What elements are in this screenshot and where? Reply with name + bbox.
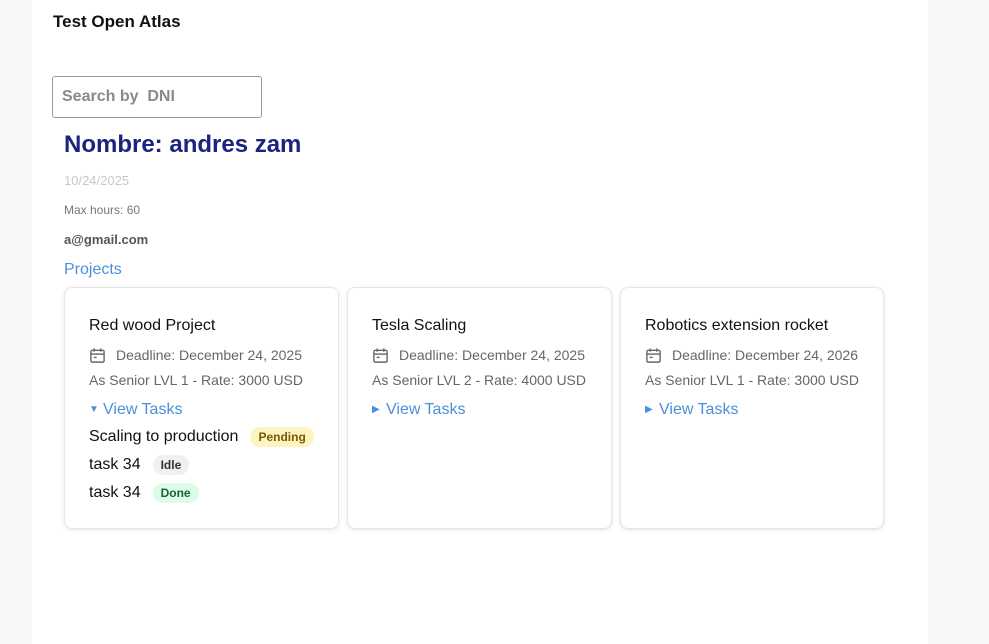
project-rate: As Senior LVL 1 - Rate: 3000 USD xyxy=(89,372,303,388)
projects-heading: Projects xyxy=(64,261,122,278)
project-card: Tesla Scaling Deadline: December 24, 202… xyxy=(347,287,612,529)
view-tasks-label: View Tasks xyxy=(386,401,466,418)
project-deadline: Deadline: December 24, 2025 xyxy=(372,346,587,364)
project-card: Robotics extension rocket Deadline: Dece… xyxy=(620,287,884,529)
project-deadline-text: Deadline: December 24, 2025 xyxy=(116,347,303,363)
task-row: Scaling to production Pending xyxy=(89,426,314,448)
calendar-icon xyxy=(373,347,388,363)
status-badge: Done xyxy=(152,483,199,503)
caret-right-icon: ▶ xyxy=(645,404,653,415)
project-name: Robotics extension rocket xyxy=(645,317,829,334)
task-row: task 34 Done xyxy=(89,482,314,504)
caret-right-icon: ▶ xyxy=(372,404,380,415)
page-container: Test Open Atlas Nombre: andres zam 10/24… xyxy=(32,0,928,644)
user-name-heading: Nombre: andres zam xyxy=(64,131,302,158)
project-rate: As Senior LVL 2 - Rate: 4000 USD xyxy=(372,372,586,388)
project-name: Tesla Scaling xyxy=(372,317,467,334)
view-tasks-label: View Tasks xyxy=(103,401,183,418)
app-title: Test Open Atlas xyxy=(53,12,181,31)
view-tasks-label: View Tasks xyxy=(659,401,739,418)
view-tasks-toggle[interactable]: ▼ View Tasks xyxy=(89,400,314,420)
user-email: a@gmail.com xyxy=(64,232,149,247)
status-badge: Pending xyxy=(250,427,314,447)
calendar-icon xyxy=(646,347,661,363)
task-name: task 34 xyxy=(89,484,141,501)
search-input[interactable] xyxy=(52,76,262,118)
user-max-hours: Max hours: 60 xyxy=(64,203,141,217)
project-deadline: Deadline: December 24, 2026 xyxy=(645,346,859,364)
status-badge: Idle xyxy=(152,455,190,475)
project-deadline-text: Deadline: December 24, 2026 xyxy=(672,347,859,363)
task-row: task 34 Idle xyxy=(89,454,314,476)
user-date: 10/24/2025 xyxy=(64,173,130,188)
project-rate: As Senior LVL 1 - Rate: 3000 USD xyxy=(645,372,859,388)
project-deadline-text: Deadline: December 24, 2025 xyxy=(399,347,586,363)
project-deadline: Deadline: December 24, 2025 xyxy=(89,346,314,364)
task-name: task 34 xyxy=(89,456,141,473)
view-tasks-toggle[interactable]: ▶ View Tasks xyxy=(645,400,859,420)
project-card: Red wood Project Deadline: December 24, … xyxy=(64,287,339,529)
caret-down-icon: ▼ xyxy=(89,404,99,415)
calendar-icon xyxy=(90,347,105,363)
project-name: Red wood Project xyxy=(89,317,216,334)
view-tasks-toggle[interactable]: ▶ View Tasks xyxy=(372,400,587,420)
task-name: Scaling to production xyxy=(89,428,239,445)
